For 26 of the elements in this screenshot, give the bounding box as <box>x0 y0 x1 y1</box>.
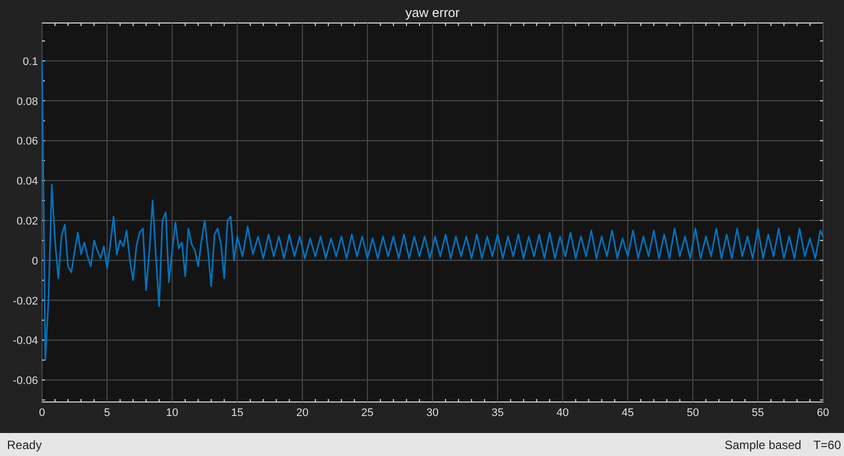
x-tick-label: 0 <box>38 407 46 419</box>
x-tick-label: 55 <box>752 407 764 419</box>
y-tick-label: -0.06 <box>12 375 38 388</box>
y-tick-label: 0.02 <box>16 215 38 228</box>
x-tick-label: 60 <box>816 407 830 419</box>
x-tick-label: 25 <box>361 407 374 419</box>
x-tick-label: 50 <box>686 407 699 419</box>
y-tick-label: 0.04 <box>16 176 38 188</box>
x-tick-label: 40 <box>556 407 569 419</box>
y-tick-label: 0.08 <box>16 96 38 108</box>
y-tick-label: 0.1 <box>22 56 38 68</box>
x-tick-label: 45 <box>622 407 634 419</box>
y-tick-label: -0.02 <box>12 295 38 308</box>
sampling-mode: Sample based <box>724 438 802 452</box>
x-tick-label: 30 <box>426 407 439 419</box>
x-tick-label: 15 <box>231 407 244 419</box>
chart-title: yaw error <box>405 5 460 20</box>
x-tick-label: 10 <box>166 407 178 419</box>
status-message: Ready <box>7 438 42 452</box>
x-tick-label: 20 <box>296 407 308 419</box>
x-tick-label: 35 <box>491 407 504 419</box>
y-tick-label: 0 <box>32 255 38 268</box>
simulation-time: T=60 <box>813 438 841 452</box>
y-tick-label: -0.04 <box>12 335 38 348</box>
x-tick-label: 5 <box>104 407 110 419</box>
y-tick-label: 0.06 <box>16 136 38 148</box>
